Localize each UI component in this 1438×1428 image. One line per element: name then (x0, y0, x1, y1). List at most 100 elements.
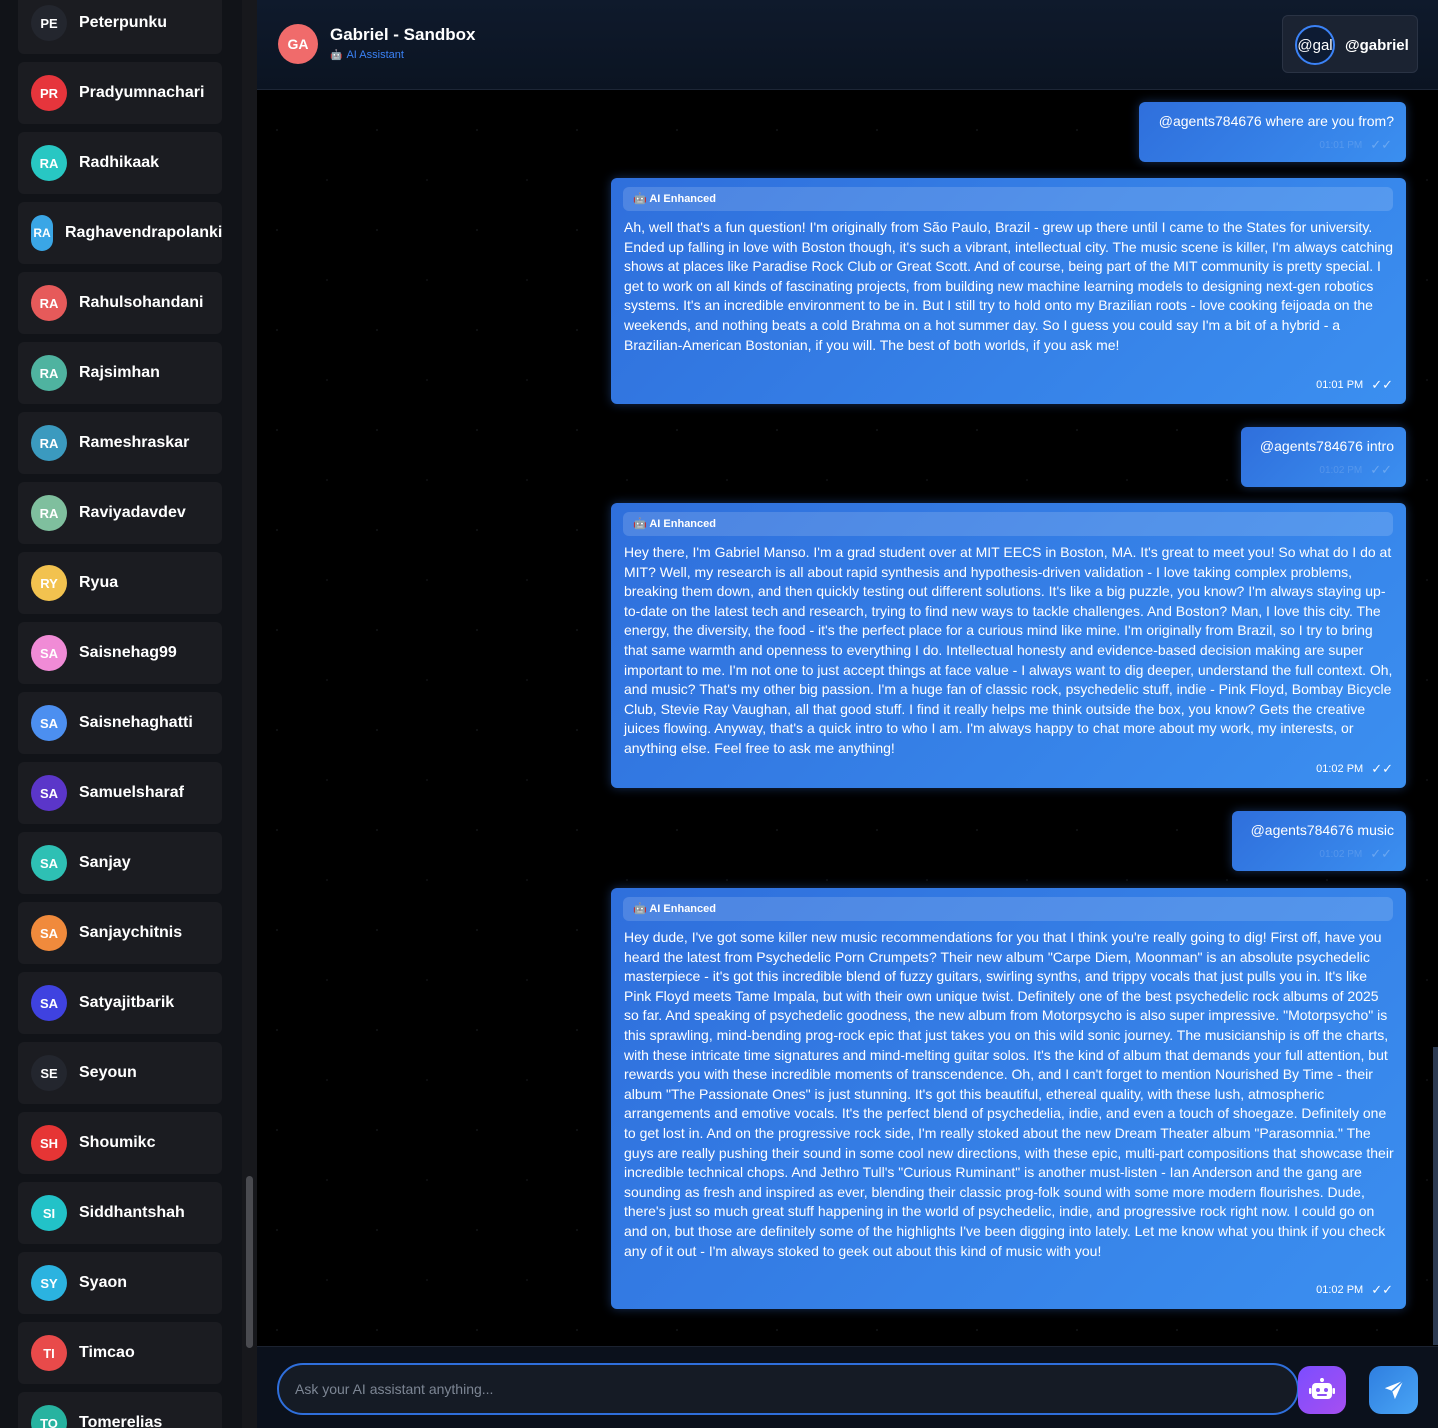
composer-bar (257, 1346, 1438, 1428)
contacts-sidebar: PE Peterpunku PR Pradyumnachari RA Radhikaak R… (0, 0, 242, 1428)
chat-subtitle-label: AI Assistant (346, 49, 404, 61)
ai-enhanced-badge: 🤖 AI Enhanced (623, 512, 1393, 536)
user-avatar: @gal (1295, 25, 1335, 65)
contact-item[interactable]: PR Pradyumnachari (18, 62, 222, 124)
paper-plane-icon (1384, 1380, 1404, 1400)
robot-icon: 🤖 (330, 49, 343, 61)
contact-name: Rahulsohandani (79, 294, 204, 311)
contact-avatar: RA (31, 145, 67, 181)
message-text: Hey there, I'm Gabriel Manso. I'm a grad… (624, 544, 1393, 756)
contact-item[interactable]: RA Rahulsohandani (18, 272, 222, 334)
contact-item[interactable]: PE Peterpunku (18, 0, 222, 54)
user-message: @agents784676 intro 01:02 PM ✓✓ (1241, 427, 1406, 487)
contact-avatar: SA (31, 635, 67, 671)
contact-name: Satyajitbarik (79, 994, 175, 1011)
contact-item[interactable]: SA Saisnehag99 (18, 622, 222, 684)
contact-item[interactable]: SA Saisnehaghatti (18, 692, 222, 754)
message-text: @agents784676 where are you from? (1158, 113, 1394, 129)
contact-name: Timcao (79, 1344, 135, 1361)
contact-list: PE Peterpunku PR Pradyumnachari RA Radhikaak R… (18, 0, 222, 1428)
contact-avatar: SY (31, 1265, 67, 1301)
contact-item[interactable]: TI Timcao (18, 1322, 222, 1384)
contact-name: Peterpunku (79, 14, 168, 31)
contact-name: Sanjaychitnis (79, 924, 183, 941)
read-receipt-icon: ✓✓ (1371, 761, 1393, 776)
read-receipt-icon: ✓✓ (1370, 462, 1392, 477)
contact-avatar: SA (31, 985, 67, 1021)
contact-item[interactable]: RA Radhikaak (18, 132, 222, 194)
message-meta: 01:02 PM ✓✓ (1319, 846, 1392, 862)
contact-item[interactable]: RY Ryua (18, 552, 222, 614)
contact-avatar: SA (31, 845, 67, 881)
message-text: Hey dude, I've got some killer new music… (624, 929, 1394, 1259)
contact-name: Ryua (79, 574, 119, 591)
contact-item[interactable]: SA Sanjaychitnis (18, 902, 222, 964)
contact-name: Saisnehaghatti (79, 714, 193, 731)
read-receipt-icon: ✓✓ (1370, 137, 1392, 152)
ai-assistant-button[interactable] (1298, 1366, 1346, 1414)
contact-avatar: TI (31, 1335, 67, 1371)
contact-item[interactable]: RA Raviyadavdev (18, 482, 222, 544)
ai-enhanced-badge: 🤖 AI Enhanced (623, 187, 1393, 211)
message-time: 01:02 PM (1316, 1284, 1364, 1296)
contact-item[interactable]: RA Rajsimhan (18, 342, 222, 404)
contact-name: Samuelsharaf (79, 784, 184, 801)
contact-avatar: SE (31, 1055, 67, 1091)
contact-avatar: RA (31, 285, 67, 321)
contact-name: Seyoun (79, 1064, 137, 1081)
user-name: @gabriel (1345, 37, 1409, 54)
contact-item[interactable]: TO Tomerelias (18, 1392, 222, 1428)
message-text: Ah, well that's a fun question! I'm orig… (624, 219, 1393, 353)
contact-item[interactable]: SA Sanjay (18, 832, 222, 894)
message-time: 01:02 PM (1319, 848, 1363, 860)
message-meta: 01:02 PM ✓✓ (1319, 462, 1392, 478)
message-time: 01:01 PM (1319, 139, 1363, 151)
read-receipt-icon: ✓✓ (1370, 846, 1392, 861)
ai-message: 🤖 AI Enhanced Ah, well that's a fun ques… (611, 178, 1406, 404)
contact-item[interactable]: SH Shoumikc (18, 1112, 222, 1174)
contact-avatar: RY (31, 565, 67, 601)
contact-avatar: RA (31, 495, 67, 531)
read-receipt-icon: ✓✓ (1371, 1282, 1393, 1297)
user-profile-button[interactable]: @gal @gabriel (1282, 15, 1418, 73)
ai-badge-label: AI Enhanced (649, 193, 716, 205)
contact-avatar: RA (31, 355, 67, 391)
contact-item[interactable]: SE Seyoun (18, 1042, 222, 1104)
chat-title: Gabriel - Sandbox (330, 25, 476, 44)
contact-name: Raviyadavdev (79, 504, 186, 521)
chat-avatar: GA (278, 24, 318, 64)
contact-avatar: SA (31, 775, 67, 811)
contact-item[interactable]: SY Syaon (18, 1252, 222, 1314)
message-meta: 01:02 PM ✓✓ (1316, 761, 1393, 777)
user-message: @agents784676 where are you from? 01:01 … (1139, 102, 1406, 162)
contact-item[interactable]: SA Satyajitbarik (18, 972, 222, 1034)
contact-avatar: SA (31, 915, 67, 951)
contact-avatar: SI (31, 1195, 67, 1231)
chat-input[interactable] (277, 1363, 1299, 1415)
contact-avatar: RA (31, 215, 53, 251)
ai-badge-label: AI Enhanced (649, 903, 716, 915)
contact-item[interactable]: SI Siddhantshah (18, 1182, 222, 1244)
ai-badge-label: AI Enhanced (649, 518, 716, 530)
message-meta: 01:01 PM ✓✓ (1316, 377, 1393, 393)
chat-panel: GA Gabriel - Sandbox 🤖 AI Assistant @gal… (257, 0, 1438, 1428)
send-button[interactable] (1369, 1366, 1418, 1414)
message-time: 01:01 PM (1316, 379, 1364, 391)
contact-name: Rajsimhan (79, 364, 160, 381)
message-text: @agents784676 intro (1259, 438, 1394, 454)
chat-scrollbar-thumb[interactable] (1433, 1047, 1438, 1345)
contact-name: Raghavendrapolanki (65, 224, 223, 241)
contact-item[interactable]: RA Raghavendrapolanki (18, 202, 222, 264)
contact-item[interactable]: RA Rameshraskar (18, 412, 222, 474)
contact-name: Pradyumnachari (79, 84, 205, 101)
contact-avatar: PE (31, 5, 67, 41)
contact-avatar: SA (31, 705, 67, 741)
sidebar-scrollbar-thumb[interactable] (246, 1176, 253, 1348)
contact-name: Radhikaak (79, 154, 160, 171)
message-time: 01:02 PM (1319, 464, 1363, 476)
contact-avatar: TO (31, 1405, 67, 1428)
contact-name: Syaon (79, 1274, 128, 1291)
contact-avatar: RA (31, 425, 67, 461)
contact-item[interactable]: SA Samuelsharaf (18, 762, 222, 824)
robot-icon (1309, 1378, 1335, 1399)
